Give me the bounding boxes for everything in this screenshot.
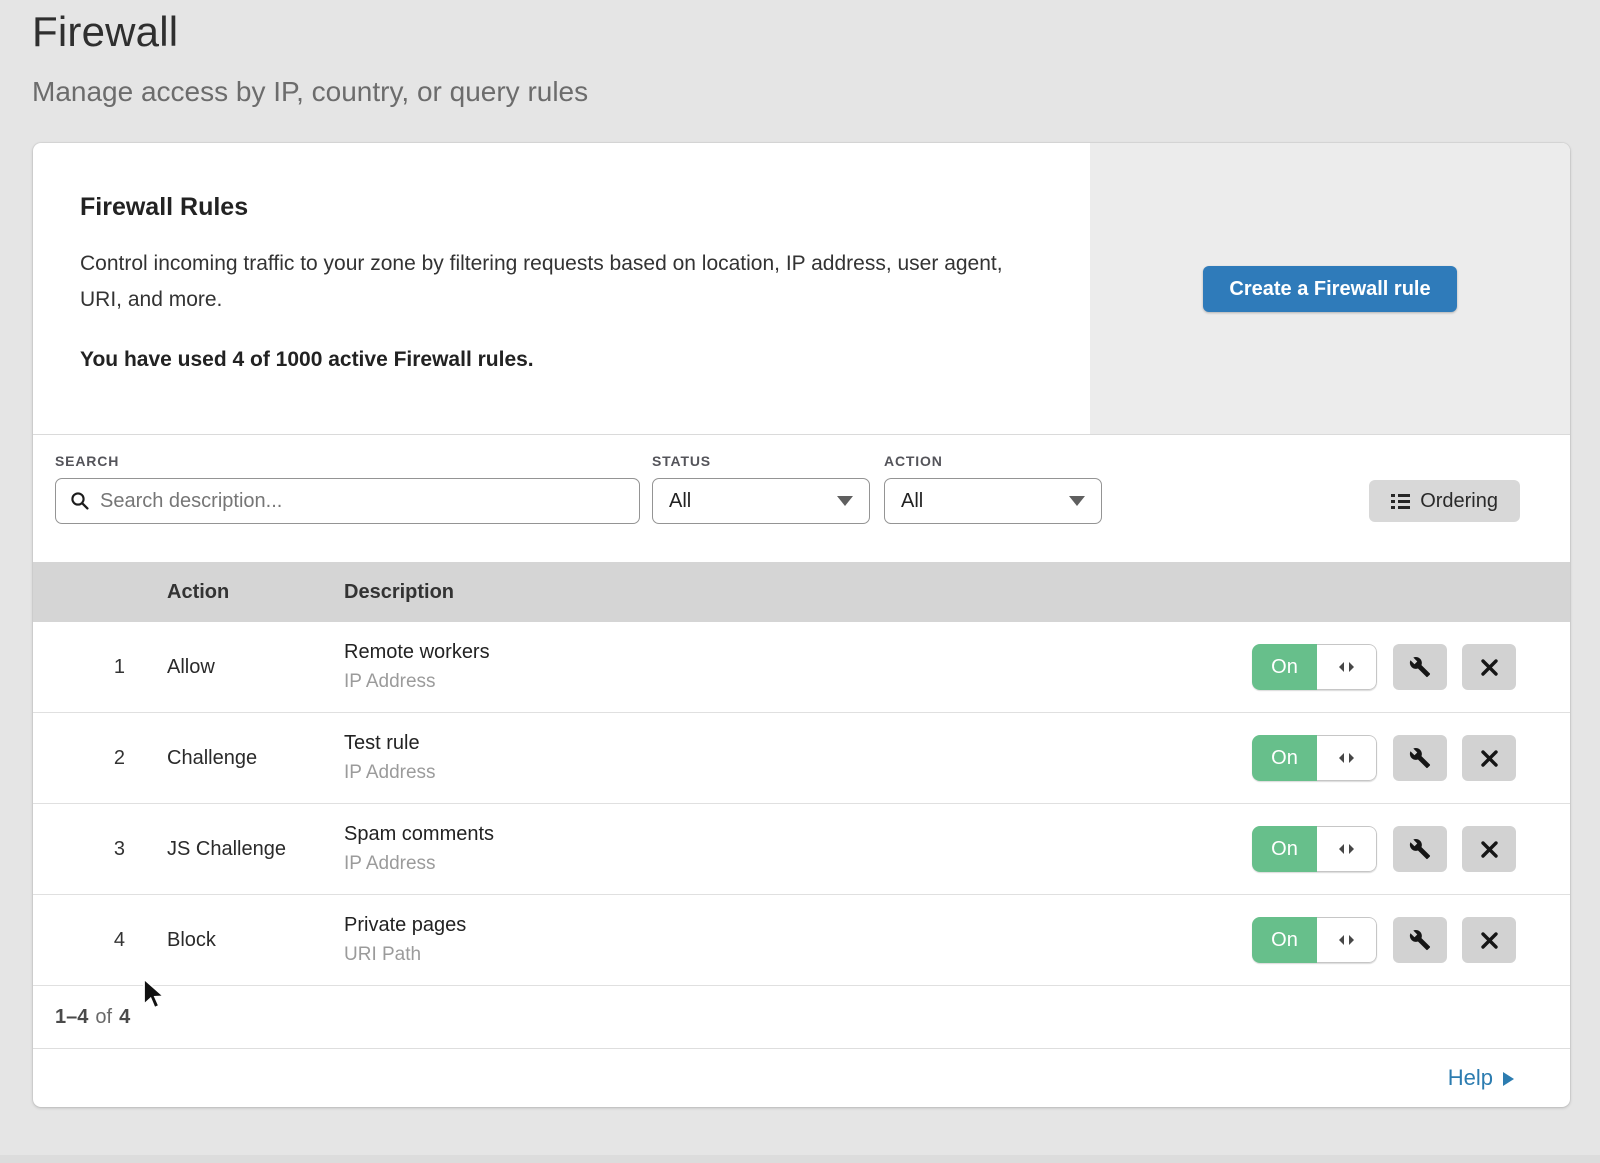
close-icon <box>1480 658 1499 677</box>
status-filter-group: STATUS All <box>652 453 870 524</box>
toggle-arrows-icon <box>1317 644 1377 690</box>
rule-toggle[interactable]: On <box>1252 735 1377 781</box>
rule-toggle[interactable]: On <box>1252 826 1377 872</box>
page-bottom-edge <box>0 1155 1600 1163</box>
ordering-button-label: Ordering <box>1420 490 1498 513</box>
status-selected-value: All <box>669 490 837 513</box>
search-filter-group: SEARCH <box>55 453 640 524</box>
wrench-icon <box>1409 929 1431 951</box>
action-select[interactable]: All <box>884 478 1102 524</box>
firewall-rules-card: Firewall Rules Control incoming traffic … <box>33 143 1570 1107</box>
edit-rule-button[interactable] <box>1393 826 1447 872</box>
rule-toggle[interactable]: On <box>1252 644 1377 690</box>
action-label: ACTION <box>884 453 1102 469</box>
toggle-arrows-icon <box>1317 735 1377 781</box>
ordering-button[interactable]: Ordering <box>1369 480 1520 522</box>
rule-number: 2 <box>33 747 167 770</box>
filters-bar: SEARCH STATUS All ACTION All <box>33 435 1570 562</box>
rule-description-cell: Private pages URI Path <box>344 914 1252 966</box>
rule-description: Private pages <box>344 914 1252 937</box>
page-header: Firewall Manage access by IP, country, o… <box>0 0 1600 108</box>
rule-number: 3 <box>33 838 167 861</box>
help-arrow-icon <box>1503 1072 1514 1086</box>
page-subtitle: Manage access by IP, country, or query r… <box>32 76 1600 108</box>
edit-rule-button[interactable] <box>1393 644 1447 690</box>
create-rule-panel: Create a Firewall rule <box>1090 143 1570 434</box>
wrench-icon <box>1409 838 1431 860</box>
toggle-arrows-icon <box>1317 826 1377 872</box>
rule-description-cell: Test rule IP Address <box>344 732 1252 784</box>
rule-match-field: IP Address <box>344 671 1252 693</box>
close-icon <box>1480 840 1499 859</box>
delete-rule-button[interactable] <box>1462 644 1516 690</box>
search-input[interactable] <box>100 490 625 513</box>
delete-rule-button[interactable] <box>1462 826 1516 872</box>
pagination-total: 4 <box>119 1006 130 1029</box>
card-heading: Firewall Rules <box>80 193 1050 222</box>
status-select[interactable]: All <box>652 478 870 524</box>
toggle-on-label: On <box>1252 917 1317 963</box>
table-row: 1 Allow Remote workers IP Address On <box>33 622 1570 713</box>
wrench-icon <box>1409 747 1431 769</box>
card-footer: Help <box>33 1049 1570 1107</box>
wrench-icon <box>1409 656 1431 678</box>
status-label: STATUS <box>652 453 870 469</box>
help-link-label: Help <box>1448 1065 1493 1091</box>
delete-rule-button[interactable] <box>1462 917 1516 963</box>
table-header: Action Description <box>33 562 1570 622</box>
chevron-down-icon <box>837 496 853 506</box>
toggle-on-label: On <box>1252 735 1317 781</box>
card-description: Control incoming traffic to your zone by… <box>80 246 1030 318</box>
toggle-on-label: On <box>1252 826 1317 872</box>
rule-action: Allow <box>167 656 344 679</box>
rule-action: JS Challenge <box>167 838 344 861</box>
rule-controls: On <box>1252 735 1516 781</box>
help-link[interactable]: Help <box>1448 1065 1514 1091</box>
rule-description: Test rule <box>344 732 1252 755</box>
column-action: Action <box>167 581 344 604</box>
table-row: 3 JS Challenge Spam comments IP Address … <box>33 804 1570 895</box>
edit-rule-button[interactable] <box>1393 917 1447 963</box>
rule-controls: On <box>1252 917 1516 963</box>
page-title: Firewall <box>32 8 1600 56</box>
search-icon <box>70 491 90 511</box>
toggle-on-label: On <box>1252 644 1317 690</box>
ordering-list-icon <box>1391 493 1410 510</box>
card-top-section: Firewall Rules Control incoming traffic … <box>33 143 1570 435</box>
rule-description: Spam comments <box>344 823 1252 846</box>
pagination-range: 1–4 <box>55 1006 88 1029</box>
usage-note: You have used 4 of 1000 active Firewall … <box>80 348 1050 372</box>
delete-rule-button[interactable] <box>1462 735 1516 781</box>
pagination-of: of <box>95 1006 112 1029</box>
rule-action: Challenge <box>167 747 344 770</box>
column-description: Description <box>344 581 1516 604</box>
search-box[interactable] <box>55 478 640 524</box>
rule-match-field: IP Address <box>344 853 1252 875</box>
rule-description-cell: Remote workers IP Address <box>344 641 1252 693</box>
chevron-down-icon <box>1069 496 1085 506</box>
card-intro: Firewall Rules Control incoming traffic … <box>33 143 1090 434</box>
edit-rule-button[interactable] <box>1393 735 1447 781</box>
rule-action: Block <box>167 929 344 952</box>
table-row: 4 Block Private pages URI Path On <box>33 895 1570 986</box>
create-firewall-rule-button[interactable]: Create a Firewall rule <box>1203 266 1456 312</box>
close-icon <box>1480 931 1499 950</box>
search-label: SEARCH <box>55 453 640 469</box>
action-selected-value: All <box>901 490 1069 513</box>
rule-toggle[interactable]: On <box>1252 917 1377 963</box>
close-icon <box>1480 749 1499 768</box>
pagination: 1–4 of 4 <box>33 986 1570 1049</box>
toggle-arrows-icon <box>1317 917 1377 963</box>
rule-description-cell: Spam comments IP Address <box>344 823 1252 875</box>
rule-number: 1 <box>33 656 167 679</box>
rule-match-field: URI Path <box>344 944 1252 966</box>
rule-number: 4 <box>33 929 167 952</box>
rule-match-field: IP Address <box>344 762 1252 784</box>
rule-description: Remote workers <box>344 641 1252 664</box>
rule-controls: On <box>1252 644 1516 690</box>
action-filter-group: ACTION All <box>884 453 1102 524</box>
rule-controls: On <box>1252 826 1516 872</box>
table-row: 2 Challenge Test rule IP Address On <box>33 713 1570 804</box>
